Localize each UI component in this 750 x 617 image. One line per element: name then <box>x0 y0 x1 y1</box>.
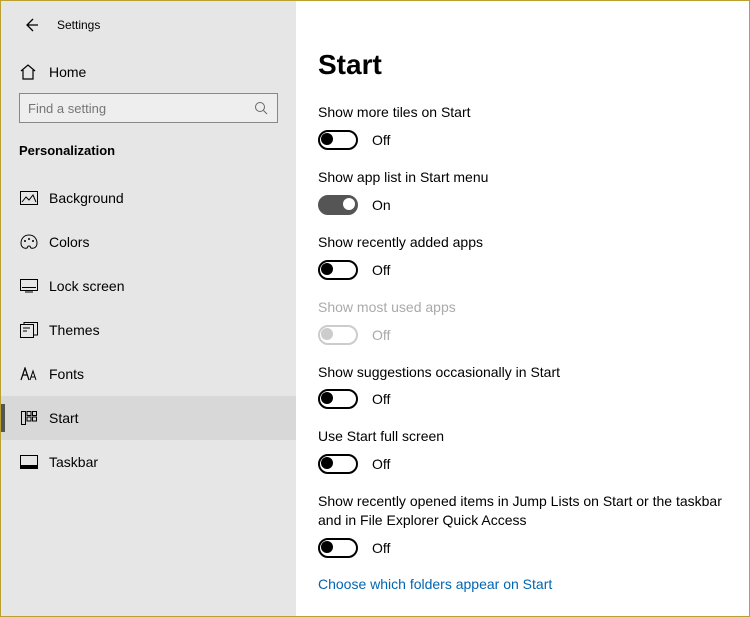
taskbar-icon <box>19 452 39 472</box>
nav-background[interactable]: Background <box>1 176 296 220</box>
setting-label: Show recently added apps <box>318 233 735 252</box>
toggle-switch <box>318 325 358 345</box>
lock-screen-icon <box>19 276 39 296</box>
toggle-knob <box>321 541 333 553</box>
page-title: Start <box>318 49 735 81</box>
nav-lock-screen[interactable]: Lock screen <box>1 264 296 308</box>
toggle-state-label: Off <box>372 540 390 556</box>
toggle-knob <box>343 198 355 210</box>
main-content: Start Show more tiles on Start Off Show ap… <box>296 1 749 616</box>
settings-list: Show more tiles on Start Off Show app list… <box>318 103 735 558</box>
themes-icon <box>19 320 39 340</box>
toggle-state-label: Off <box>372 327 390 343</box>
toggle-row: Off <box>318 454 735 474</box>
nav-label: Colors <box>49 234 89 250</box>
nav-label: Themes <box>49 322 100 338</box>
toggle-switch[interactable] <box>318 389 358 409</box>
back-button[interactable] <box>19 13 43 37</box>
search-icon <box>253 101 269 115</box>
nav-fonts[interactable]: Fonts <box>1 352 296 396</box>
toggle-knob <box>321 263 333 275</box>
nav-label: Background <box>49 190 124 206</box>
setting-label: Show recently opened items in Jump Lists… <box>318 492 735 530</box>
nav-label: Fonts <box>49 366 84 382</box>
toggle-switch[interactable] <box>318 195 358 215</box>
setting-item: Show recently opened items in Jump Lists… <box>318 492 735 558</box>
nav-taskbar[interactable]: Taskbar <box>1 440 296 484</box>
toggle-switch[interactable] <box>318 538 358 558</box>
nav-themes[interactable]: Themes <box>1 308 296 352</box>
toggle-row: Off <box>318 130 735 150</box>
sidebar: Settings Home Personalization Background… <box>1 1 296 616</box>
setting-label: Use Start full screen <box>318 427 735 446</box>
toggle-row: On <box>318 195 735 215</box>
toggle-state-label: On <box>372 197 391 213</box>
toggle-switch[interactable] <box>318 130 358 150</box>
search-box[interactable] <box>19 93 278 123</box>
search-container <box>1 93 296 141</box>
toggle-switch[interactable] <box>318 454 358 474</box>
home-icon <box>19 63 39 81</box>
colors-icon <box>19 232 39 252</box>
nav-label: Start <box>49 410 79 426</box>
toggle-switch[interactable] <box>318 260 358 280</box>
setting-label: Show more tiles on Start <box>318 103 735 122</box>
setting-label: Show app list in Start menu <box>318 168 735 187</box>
toggle-knob <box>321 133 333 145</box>
setting-item: Show suggestions occasionally in Start Of… <box>318 363 735 410</box>
home-nav[interactable]: Home <box>1 51 296 93</box>
toggle-state-label: Off <box>372 391 390 407</box>
home-label: Home <box>49 64 86 80</box>
setting-item: Use Start full screen Off <box>318 427 735 474</box>
start-icon <box>19 408 39 428</box>
toggle-row: Off <box>318 260 735 280</box>
toggle-knob <box>321 328 333 340</box>
toggle-row: Off <box>318 325 735 345</box>
nav-colors[interactable]: Colors <box>1 220 296 264</box>
toggle-row: Off <box>318 389 735 409</box>
setting-label: Show most used apps <box>318 298 735 317</box>
titlebar: Settings <box>1 13 296 51</box>
folders-link[interactable]: Choose which folders appear on Start <box>318 576 735 592</box>
nav-start[interactable]: Start <box>1 396 296 440</box>
fonts-icon <box>19 364 39 384</box>
toggle-state-label: Off <box>372 456 390 472</box>
back-arrow-icon <box>23 17 39 33</box>
search-input[interactable] <box>28 101 253 116</box>
toggle-state-label: Off <box>372 132 390 148</box>
background-icon <box>19 188 39 208</box>
toggle-state-label: Off <box>372 262 390 278</box>
setting-item: Show app list in Start menu On <box>318 168 735 215</box>
toggle-knob <box>321 392 333 404</box>
nav-list: Background Colors Lock screen Themes Fon… <box>1 176 296 484</box>
nav-label: Lock screen <box>49 278 124 294</box>
setting-item: Show most used apps Off <box>318 298 735 345</box>
setting-label: Show suggestions occasionally in Start <box>318 363 735 382</box>
window-title: Settings <box>57 18 100 32</box>
section-header: Personalization <box>1 141 296 176</box>
setting-item: Show recently added apps Off <box>318 233 735 280</box>
setting-item: Show more tiles on Start Off <box>318 103 735 150</box>
toggle-row: Off <box>318 538 735 558</box>
toggle-knob <box>321 457 333 469</box>
nav-label: Taskbar <box>49 454 98 470</box>
